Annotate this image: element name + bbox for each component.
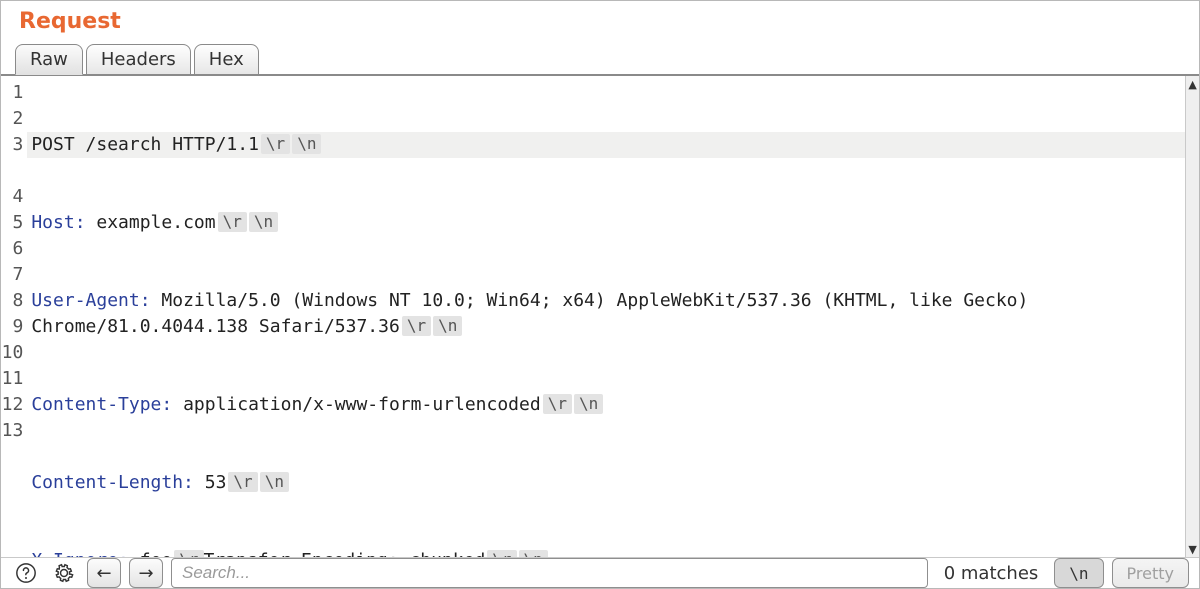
editor[interactable]: 1 2 3 4 5 6 7 8 9 10 11 12 13 POST /sear… <box>1 75 1199 558</box>
help-button[interactable] <box>11 558 41 588</box>
code-line[interactable]: X-Ignore: foo\rTransfer-Encoding: chunke… <box>31 548 1179 557</box>
scroll-up-arrow[interactable]: ▲ <box>1186 76 1199 92</box>
tab-hex[interactable]: Hex <box>194 44 259 75</box>
code-line[interactable]: Content-Length: 53\r\n <box>31 470 1179 496</box>
next-match-button[interactable]: → <box>129 558 163 588</box>
lf-marker: \n <box>574 394 603 414</box>
line-number: 1 <box>1 80 23 106</box>
code-line[interactable]: User-Agent: Mozilla/5.0 (Windows NT 10.0… <box>31 288 1179 340</box>
code-line[interactable]: POST /search HTTP/1.1\r\n <box>27 132 1185 158</box>
line-number: 10 <box>1 340 23 366</box>
lf-marker: \n <box>249 212 278 232</box>
help-icon <box>15 562 37 584</box>
lf-marker: \n <box>519 550 548 557</box>
line-number: 6 <box>1 236 23 262</box>
line-number: 7 <box>1 262 23 288</box>
line-number: 8 <box>1 288 23 314</box>
tab-headers[interactable]: Headers <box>86 44 191 75</box>
line-number: 9 <box>1 314 23 340</box>
line-gutter: 1 2 3 4 5 6 7 8 9 10 11 12 13 <box>1 76 27 557</box>
whitespace-toggle-button[interactable]: \n <box>1054 558 1103 588</box>
prev-match-button[interactable]: ← <box>87 558 121 588</box>
line-number: 4 <box>1 184 23 210</box>
pretty-button[interactable]: Pretty <box>1112 558 1189 588</box>
gear-icon <box>53 562 75 584</box>
line-number: 5 <box>1 210 23 236</box>
footer-bar: ← → 0 matches \n Pretty <box>1 558 1199 588</box>
lf-marker: \n <box>260 472 289 492</box>
code-line[interactable]: Host: example.com\r\n <box>31 210 1179 236</box>
line-number: 3 <box>1 132 23 158</box>
tab-raw[interactable]: Raw <box>15 44 83 75</box>
cr-marker: \r <box>261 134 290 154</box>
search-input[interactable] <box>171 558 928 588</box>
cr-marker: \r <box>174 550 203 557</box>
cr-marker: \r <box>487 550 516 557</box>
match-count: 0 matches <box>936 563 1047 584</box>
vertical-scrollbar[interactable]: ▲ ▼ <box>1185 76 1199 557</box>
line-number: 11 <box>1 366 23 392</box>
line-number: 12 <box>1 392 23 418</box>
settings-button[interactable] <box>49 558 79 588</box>
cr-marker: \r <box>218 212 247 232</box>
cr-marker: \r <box>228 472 257 492</box>
arrow-right-icon: → <box>138 563 153 584</box>
code-area[interactable]: POST /search HTTP/1.1\r\n Host: example.… <box>27 76 1185 557</box>
cr-marker: \r <box>543 394 572 414</box>
view-tabs: Raw Headers Hex <box>1 44 1199 75</box>
lf-marker: \n <box>292 134 321 154</box>
cr-marker: \r <box>402 316 431 336</box>
request-panel: Request Raw Headers Hex 1 2 3 4 5 6 7 8 … <box>0 0 1200 589</box>
arrow-left-icon: ← <box>96 563 111 584</box>
code-line[interactable]: Content-Type: application/x-www-form-url… <box>31 392 1179 418</box>
line-number: 13 <box>1 418 23 444</box>
panel-title: Request <box>1 1 1199 44</box>
line-number: 2 <box>1 106 23 132</box>
lf-marker: \n <box>433 316 462 336</box>
scroll-down-arrow[interactable]: ▼ <box>1186 541 1199 557</box>
